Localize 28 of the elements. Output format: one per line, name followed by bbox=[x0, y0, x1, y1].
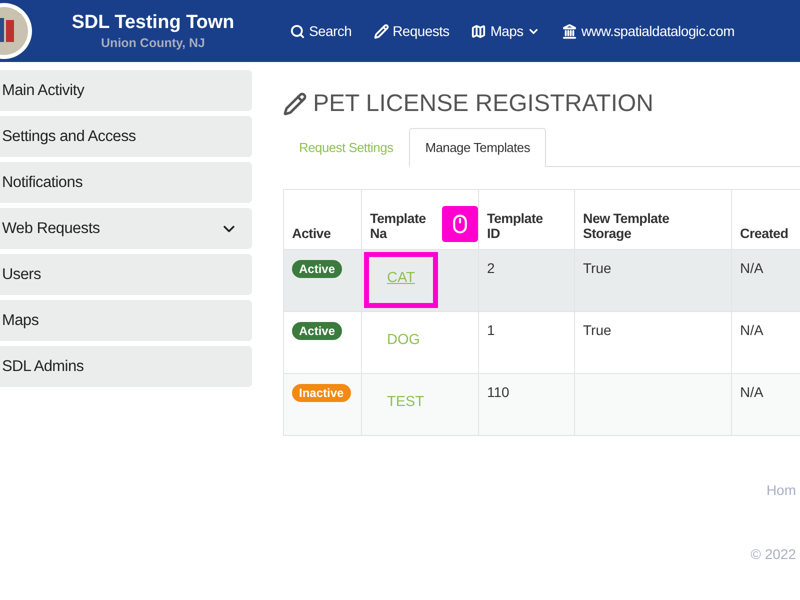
sidebar-item[interactable]: SDL Admins bbox=[0, 346, 252, 387]
nav-link[interactable]: Maps bbox=[471, 23, 540, 39]
search-icon bbox=[290, 24, 305, 38]
site-subtitle: Union County, NJ bbox=[101, 36, 205, 50]
page-title: PET LICENSE REGISTRATION bbox=[313, 90, 654, 118]
site-title: SDL Testing Town bbox=[72, 12, 234, 34]
nav-link[interactable]: Search bbox=[290, 23, 352, 39]
column-header: Active bbox=[284, 190, 362, 250]
nav-link[interactable]: www.spatialdatalogic.com bbox=[562, 23, 734, 39]
sidebar-item[interactable]: Web Requests bbox=[0, 208, 252, 249]
sidebar-item[interactable]: Main Activity bbox=[0, 70, 252, 111]
bank-icon bbox=[562, 24, 578, 38]
status-badge: Active bbox=[292, 322, 342, 340]
sidebar-item[interactable]: Notifications bbox=[0, 162, 252, 203]
pencil-icon bbox=[374, 24, 389, 38]
sidebar-item[interactable]: Settings and Access bbox=[0, 116, 252, 157]
sidebar-item[interactable]: Users bbox=[0, 254, 252, 295]
map-icon bbox=[471, 24, 486, 38]
seal-logo bbox=[0, 2, 34, 60]
status-badge: Inactive bbox=[292, 384, 351, 402]
nav-link[interactable]: Requests bbox=[374, 23, 450, 39]
sidebar-item[interactable]: Maps bbox=[0, 300, 252, 341]
pencil-icon bbox=[283, 92, 307, 116]
table-cell: 110 bbox=[478, 374, 574, 436]
copyright-text: © 2022 bbox=[750, 546, 796, 562]
mouse-icon bbox=[450, 214, 470, 234]
status-badge: Active bbox=[292, 260, 342, 278]
tab[interactable]: Manage Templates bbox=[409, 128, 546, 167]
